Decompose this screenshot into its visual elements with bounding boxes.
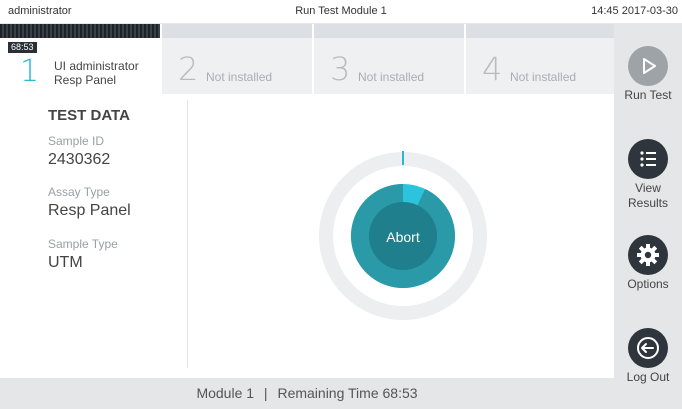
module-1-number: 1: [20, 54, 40, 89]
module-1-assay: Resp Panel: [54, 73, 117, 87]
play-icon: [628, 46, 668, 86]
window-title: Run Test Module 1: [295, 5, 387, 17]
module-1-timer: 68:53: [8, 42, 37, 53]
test-data-panel: TEST DATA Sample ID 2430362 Assay Type R…: [0, 94, 188, 376]
module-3-number: 3: [330, 50, 351, 88]
view-results-button[interactable]: View Results: [614, 139, 682, 211]
module-2-status: Not installed: [206, 70, 273, 84]
view-results-label-2: Results: [627, 196, 668, 210]
status-remaining-label: Remaining Time: [277, 385, 379, 401]
progress-dial: Abort: [319, 151, 487, 320]
module-4-number: 4: [482, 50, 503, 88]
assay-type-label: Assay Type: [48, 185, 110, 199]
status-separator: |: [263, 385, 268, 401]
logout-icon: [628, 328, 668, 368]
status-remaining-time: 68:53: [382, 385, 418, 401]
sample-id-value: 2430362: [48, 151, 111, 168]
sample-id-label: Sample ID: [48, 134, 105, 148]
datetime: 14:45 2017-03-30: [591, 5, 678, 17]
tab-module-1[interactable]: 68:53 1 UI administrator Resp Panel: [0, 24, 160, 94]
run-test-label: Run Test: [624, 88, 672, 102]
options-label: Options: [627, 277, 669, 291]
status-bar: Module 1 | Remaining Time 68:53: [0, 378, 614, 409]
action-sidebar: Run Test View Results Options Log Out: [614, 24, 682, 409]
module-1-user: UI administrator: [54, 59, 139, 73]
abort-button[interactable]: Abort: [351, 184, 455, 288]
sample-type-value: UTM: [48, 254, 83, 271]
log-out-button[interactable]: Log Out: [614, 328, 682, 385]
tab-module-2[interactable]: 2 Not installed: [162, 24, 312, 94]
test-data-heading: TEST DATA: [48, 107, 130, 124]
list-icon: [628, 139, 668, 179]
module-3-status: Not installed: [358, 70, 425, 84]
run-progress-area: Abort: [189, 94, 614, 376]
gear-icon: [628, 235, 668, 275]
tab-module-3[interactable]: 3 Not installed: [314, 24, 464, 94]
run-test-button[interactable]: Run Test: [614, 46, 682, 103]
assay-type-value: Resp Panel: [48, 202, 131, 219]
status-module: Module 1: [196, 385, 255, 401]
options-button[interactable]: Options: [614, 235, 682, 292]
module-2-number: 2: [178, 50, 199, 88]
module-1-progress-bar: [0, 24, 160, 38]
module-tabs: 68:53 1 UI administrator Resp Panel 2 No…: [0, 24, 614, 94]
view-results-label-1: View: [635, 181, 661, 195]
title-bar: administrator Run Test Module 1 14:45 20…: [0, 0, 682, 24]
tab-module-4[interactable]: 4 Not installed: [466, 24, 614, 94]
panel-divider: [187, 100, 188, 368]
module-4-status: Not installed: [510, 70, 577, 84]
sample-type-label: Sample Type: [48, 237, 118, 251]
log-out-label: Log Out: [626, 370, 670, 384]
abort-label: Abort: [386, 229, 420, 245]
